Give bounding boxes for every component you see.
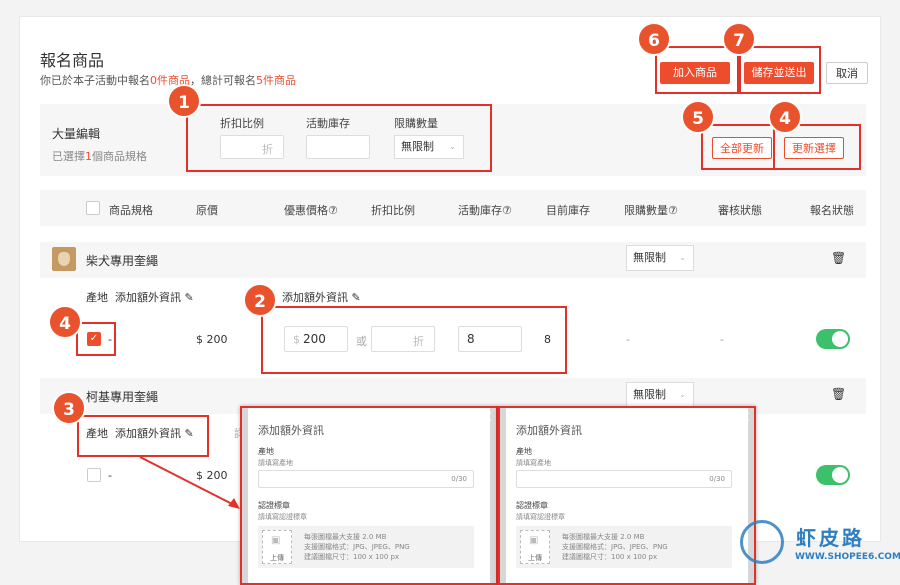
annotation-arrow: [139, 456, 240, 509]
annotation-number-3: 3: [52, 391, 86, 425]
watermark-url: WWW.SHOPEE6.COM: [795, 552, 900, 562]
annotation-number-5: 5: [681, 100, 715, 134]
watermark-text: 虾皮路: [796, 526, 865, 550]
annotation-number-4b: 4: [768, 100, 802, 134]
dragon-logo-icon: [740, 520, 784, 564]
annotation-number-6: 6: [637, 22, 671, 56]
annotation-number-7: 7: [722, 22, 756, 56]
annotation-number-1: 1: [167, 84, 201, 118]
annotation-number-4a: 4: [48, 305, 82, 339]
annotation-number-2: 2: [243, 283, 277, 317]
